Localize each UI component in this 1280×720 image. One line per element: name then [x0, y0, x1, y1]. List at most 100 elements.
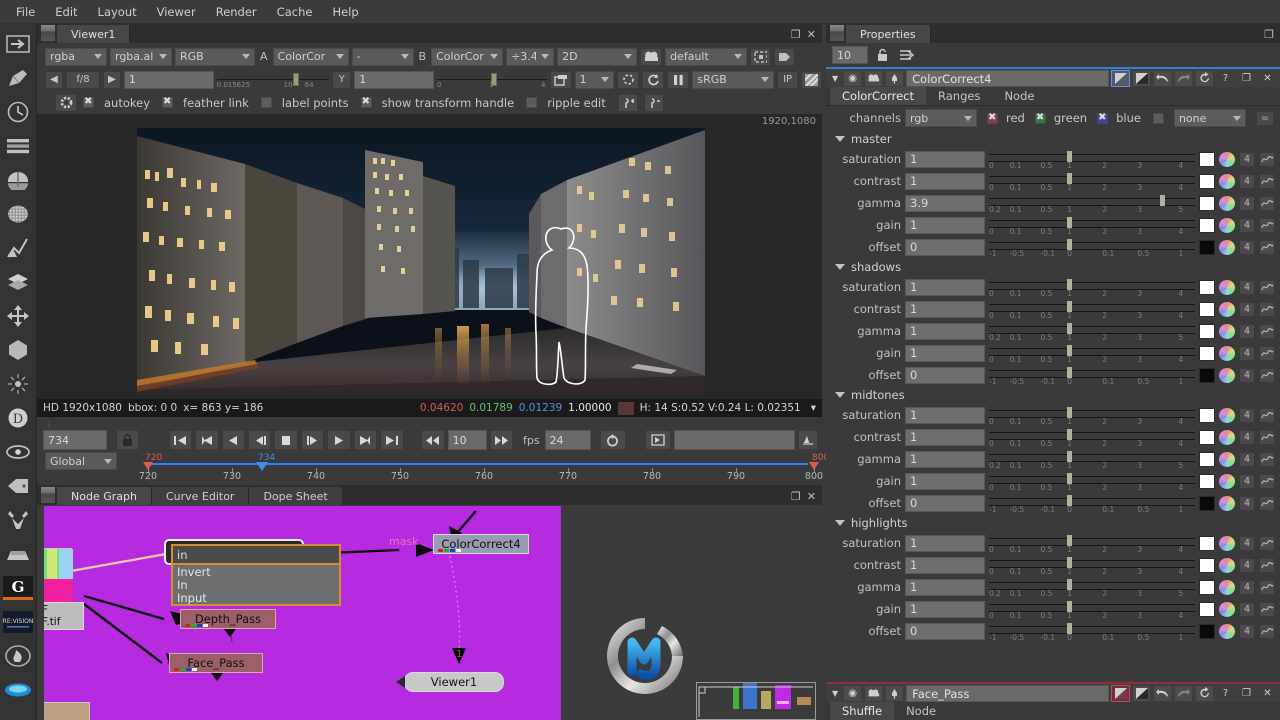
param-value-input[interactable]: 0 [905, 238, 985, 256]
param-slider[interactable]: 0.2 0.1 0.5 1 2 3 5 [989, 450, 1195, 470]
param-value-input[interactable]: 1 [905, 278, 985, 296]
menu-layout[interactable]: Layout [88, 2, 147, 22]
mask-invert-icon[interactable] [1132, 684, 1151, 702]
blue-channel-checkbox[interactable] [1097, 112, 1109, 124]
color-wheel-icon[interactable] [1219, 473, 1235, 489]
current-frame-input[interactable]: 734 [43, 430, 108, 450]
tab-node[interactable]: Node [992, 87, 1046, 105]
color-wheel-icon[interactable] [1219, 279, 1235, 295]
read-node-thumbnail[interactable] [44, 548, 73, 605]
viewer-panel-grip[interactable] [41, 25, 55, 41]
add-point-icon[interactable] [617, 93, 638, 112]
node-name-field[interactable]: ColorCorrect4 [906, 69, 1109, 87]
section-master[interactable]: master [826, 130, 1280, 148]
ripple-edit-checkbox[interactable] [526, 97, 538, 108]
param-color-swatch[interactable] [1199, 601, 1215, 617]
proxy-mode-icon[interactable] [774, 47, 796, 66]
param-color-swatch[interactable] [1199, 301, 1215, 317]
channel-count-button[interactable]: 4 [1239, 151, 1255, 167]
animation-curve-icon[interactable] [1259, 451, 1275, 467]
timeline-ruler-row[interactable]: Global 720 800 734 720 730 740 750 760 7… [43, 452, 829, 482]
gain-input[interactable]: 1 [123, 70, 214, 89]
node-graph-panel-grip[interactable] [41, 487, 55, 503]
properties-float-icon[interactable]: ❐ [1264, 28, 1274, 41]
play-backward-button[interactable] [221, 430, 245, 450]
previous-keyframe-button[interactable] [195, 430, 219, 450]
frame-range-dropdown[interactable]: Global [45, 452, 117, 470]
channel-icon[interactable] [3, 131, 33, 161]
tab-curve-editor[interactable]: Curve Editor [151, 487, 250, 505]
color-wheel-icon[interactable] [1219, 301, 1235, 317]
param-slider[interactable]: 0 0.1 0.5 1 2 3 4 [989, 600, 1195, 620]
float-icon[interactable]: ❐ [1237, 685, 1256, 702]
param-value-input[interactable]: 1 [905, 216, 985, 234]
node-search-autocomplete[interactable]: in Invert In Input [171, 544, 341, 606]
tab-node2[interactable]: Node [894, 702, 948, 720]
expand-arrow-icon[interactable]: ▼ [829, 689, 841, 698]
toolsets-icon[interactable] [3, 505, 33, 535]
color-wheel-icon[interactable] [1219, 407, 1235, 423]
viewer-mode-dropdown[interactable]: 2D [557, 47, 638, 66]
color-wheel-icon[interactable] [1219, 345, 1235, 361]
max-panels-input[interactable]: 10 [832, 46, 868, 64]
channel-count-button[interactable]: 4 [1239, 429, 1255, 445]
param-color-swatch[interactable] [1199, 473, 1215, 489]
animation-curve-icon[interactable] [1259, 195, 1275, 211]
playhead-marker[interactable] [256, 462, 268, 471]
animation-curve-icon[interactable] [1259, 173, 1275, 189]
param-value-input[interactable]: 1 [905, 450, 985, 468]
param-value-input[interactable]: 1 [905, 150, 985, 168]
viewer-canvas[interactable]: 1920,1080 [37, 114, 822, 399]
node-graph-close-icon[interactable]: ✕ [807, 490, 816, 503]
param-value-input[interactable]: 0 [905, 494, 985, 512]
viewer-close-icon[interactable]: ✕ [807, 28, 816, 41]
label-points-checkbox[interactable] [260, 97, 272, 108]
param-value-input[interactable]: 1 [905, 322, 985, 340]
animation-curve-icon[interactable] [1259, 323, 1275, 339]
transform-icon[interactable] [3, 301, 33, 331]
channel-count-button[interactable]: 4 [1239, 173, 1255, 189]
color-wheel-icon[interactable] [1219, 495, 1235, 511]
undo-icon[interactable] [1153, 684, 1172, 702]
param-color-swatch[interactable] [1199, 323, 1215, 339]
go-to-end-button[interactable] [380, 430, 404, 450]
loop-mode-icon[interactable] [600, 430, 626, 450]
ip-button[interactable]: IP [777, 70, 799, 89]
animation-curve-icon[interactable] [1259, 301, 1275, 317]
channel-count-button[interactable]: 4 [1239, 579, 1255, 595]
param-value-input[interactable]: 1 [905, 428, 985, 446]
tab-node-graph[interactable]: Node Graph [57, 487, 152, 505]
remove-point-icon[interactable] [643, 93, 664, 112]
node-graph-minimap[interactable] [696, 682, 816, 720]
status-expand-icon[interactable]: ▾ [811, 402, 816, 414]
display-channel-dropdown[interactable]: RGB [175, 47, 255, 66]
camera-icon[interactable] [640, 47, 663, 66]
menu-viewer[interactable]: Viewer [147, 2, 206, 22]
gamma-input[interactable]: 1 [354, 70, 434, 89]
param-slider[interactable]: 0 0.1 0.5 1 2 3 4 [989, 278, 1195, 298]
next-keyframe-button[interactable] [353, 430, 378, 450]
channel-count-button[interactable]: 4 [1239, 301, 1255, 317]
properties-panel-grip[interactable] [830, 25, 844, 41]
node-colorcorrect4[interactable]: ColorCorrect4 [433, 534, 529, 554]
param-color-swatch[interactable] [1199, 535, 1215, 551]
param-color-swatch[interactable] [1199, 623, 1215, 639]
gain-increment-button[interactable]: ▶ [102, 70, 121, 89]
time-icon[interactable] [3, 97, 33, 127]
lock-icon[interactable] [873, 48, 891, 62]
param-color-swatch[interactable] [1199, 279, 1215, 295]
tab-ranges[interactable]: Ranges [926, 87, 992, 105]
param-value-input[interactable]: 1 [905, 578, 985, 596]
pick-icon[interactable] [885, 684, 905, 702]
channel-count-button[interactable]: 4 [1239, 407, 1255, 423]
param-color-swatch[interactable] [1199, 239, 1215, 255]
color-wheel-icon[interactable] [1219, 601, 1235, 617]
menu-file[interactable]: File [6, 2, 45, 22]
refresh-icon[interactable] [617, 70, 640, 89]
gamma-slider[interactable]: 0 1 4 [437, 71, 547, 89]
param-slider[interactable]: 0 0.1 0.5 1 2 3 4 [989, 534, 1195, 554]
param-slider[interactable]: -1 -0.5 -0.1 0 0.1 0.5 1 [989, 366, 1195, 386]
merge-icon[interactable] [3, 267, 33, 297]
param-color-swatch[interactable] [1199, 173, 1215, 189]
revert-icon[interactable] [1195, 684, 1214, 702]
